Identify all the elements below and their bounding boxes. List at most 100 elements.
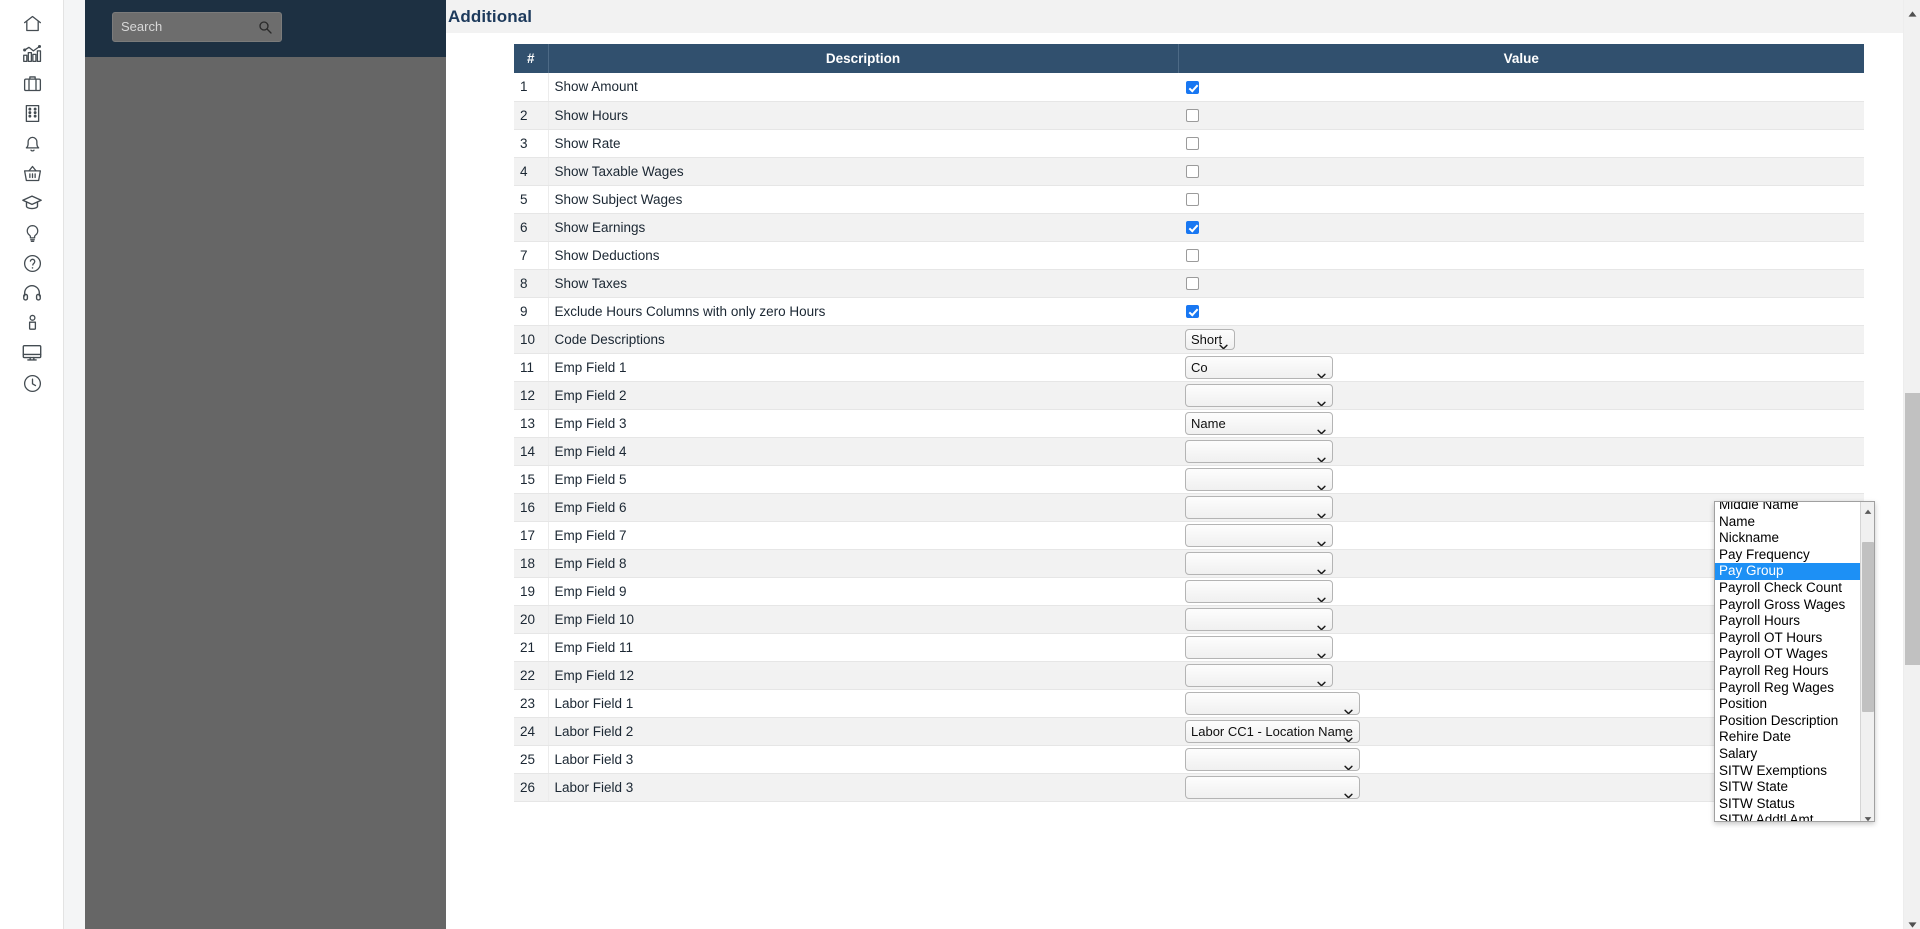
dropdown-option[interactable]: Position [1715, 696, 1861, 713]
row-number: 7 [514, 241, 549, 270]
lightbulb-icon[interactable] [14, 217, 50, 249]
dropdown-option[interactable]: Middle Name [1715, 502, 1861, 514]
chevron-down-icon [1344, 756, 1353, 770]
row-number: 14 [514, 437, 549, 466]
dropdown-option[interactable]: Payroll OT Hours [1715, 630, 1861, 647]
row-number: 1 [514, 73, 549, 102]
row-select[interactable] [1185, 495, 1333, 519]
row-select[interactable] [1185, 663, 1333, 687]
row-checkbox[interactable] [1186, 165, 1199, 179]
row-description: Emp Field 10 [548, 605, 1178, 634]
table-row: 14 Emp Field 4 [514, 437, 1864, 466]
clock-icon[interactable] [14, 367, 50, 399]
dropdown-option[interactable]: SITW Status [1715, 796, 1861, 813]
row-number: 12 [514, 381, 549, 410]
dropdown-option[interactable]: Payroll Check Count [1715, 580, 1861, 597]
row-select[interactable]: Short [1185, 328, 1235, 350]
row-select[interactable] [1185, 747, 1360, 771]
page-scroll-down-arrow-icon[interactable] [1907, 916, 1918, 928]
dropdown-option[interactable]: SITW Addtl Amt [1715, 812, 1861, 821]
row-description: Emp Field 1 [548, 353, 1178, 382]
dropdown-scrollbar[interactable] [1860, 502, 1874, 821]
row-checkbox[interactable] [1186, 193, 1199, 207]
row-number: 10 [514, 325, 549, 354]
table-head: # Description Value [514, 44, 1864, 73]
row-select[interactable] [1185, 467, 1333, 491]
bell-icon[interactable] [14, 127, 50, 159]
row-select[interactable] [1185, 775, 1360, 799]
graduation-cap-icon[interactable] [14, 187, 50, 219]
select-value: Labor CC1 - Location Name [1191, 723, 1353, 739]
row-description: Emp Field 5 [548, 465, 1178, 494]
table-row: 26 Labor Field 3 [514, 773, 1864, 802]
chevron-down-icon [1317, 476, 1326, 490]
open-dropdown-list[interactable]: Middle Name Name Nickname Pay Frequency Pay … [1714, 501, 1875, 822]
table-row: 12 Emp Field 2 [514, 381, 1864, 410]
row-select[interactable]: Co [1185, 355, 1333, 379]
row-value-cell [1178, 241, 1864, 270]
question-circle-icon[interactable] [14, 247, 50, 279]
row-value-cell [1178, 465, 1864, 494]
briefcase-icon[interactable] [14, 67, 50, 99]
dropdown-option[interactable]: Pay Group [1715, 563, 1873, 580]
row-checkbox[interactable] [1186, 137, 1199, 151]
row-select[interactable] [1185, 439, 1333, 463]
dropdown-option[interactable]: Name [1715, 514, 1861, 531]
row-number: 22 [514, 661, 549, 690]
headset-icon[interactable] [14, 277, 50, 309]
row-checkbox[interactable] [1186, 305, 1199, 319]
home-icon[interactable] [14, 7, 50, 39]
dropdown-option[interactable]: Salary [1715, 746, 1861, 763]
page-scroll-up-arrow-icon[interactable] [1907, 5, 1918, 17]
dropdown-option[interactable]: SITW State [1715, 779, 1861, 796]
row-checkbox[interactable] [1186, 221, 1199, 235]
row-select[interactable] [1185, 691, 1360, 715]
row-number: 20 [514, 605, 549, 634]
row-select[interactable] [1185, 607, 1333, 631]
scroll-up-arrow-icon[interactable] [1863, 504, 1873, 514]
dropdown-option[interactable]: Payroll Reg Hours [1715, 663, 1861, 680]
row-select[interactable] [1185, 579, 1333, 603]
row-select[interactable] [1185, 523, 1333, 547]
dropdown-option[interactable]: Position Description [1715, 713, 1861, 730]
row-value-cell: Short [1178, 325, 1864, 354]
row-select[interactable]: Name [1185, 411, 1333, 435]
row-checkbox[interactable] [1186, 109, 1199, 123]
row-value-cell: Name [1178, 409, 1864, 438]
row-select[interactable] [1185, 383, 1333, 407]
dropdown-option[interactable]: Payroll OT Wages [1715, 646, 1861, 663]
row-select[interactable] [1185, 635, 1333, 659]
dropdown-scroll-thumb[interactable] [1862, 542, 1874, 712]
row-description: Show Taxable Wages [548, 157, 1178, 186]
row-number: 18 [514, 549, 549, 578]
row-checkbox[interactable] [1186, 81, 1199, 95]
page-scrollbar[interactable] [1903, 0, 1920, 929]
dropdown-option[interactable]: Payroll Hours [1715, 613, 1861, 630]
dropdown-option[interactable]: Rehire Date [1715, 729, 1861, 746]
basket-icon[interactable] [14, 157, 50, 189]
dropdown-option[interactable]: SITW Exemptions [1715, 763, 1861, 780]
row-checkbox[interactable] [1186, 277, 1199, 291]
table-row: 7 Show Deductions [514, 241, 1864, 270]
chevron-down-icon [1317, 672, 1326, 686]
search-icon[interactable] [257, 19, 273, 35]
scroll-down-arrow-icon[interactable] [1863, 811, 1873, 821]
page-scrollbar-thumb[interactable] [1905, 393, 1920, 665]
chevron-down-icon [1344, 728, 1353, 742]
row-select[interactable]: Labor CC1 - Location Name [1185, 719, 1360, 743]
analytics-icon[interactable] [14, 37, 50, 69]
search-input[interactable]: Search [112, 12, 282, 42]
row-select[interactable] [1185, 551, 1333, 575]
dropdown-option[interactable]: Payroll Reg Wages [1715, 680, 1861, 697]
dropdown-option[interactable]: Payroll Gross Wages [1715, 597, 1861, 614]
dropdown-option[interactable]: Pay Frequency [1715, 547, 1861, 564]
row-number: 16 [514, 493, 549, 522]
row-number: 15 [514, 465, 549, 494]
person-icon[interactable] [14, 307, 50, 339]
table-row: 18 Emp Field 8 [514, 549, 1864, 578]
dropdown-option[interactable]: Nickname [1715, 530, 1861, 547]
monitor-icon[interactable] [14, 337, 50, 369]
gutter-header-strip [1892, 0, 1903, 33]
company-building-icon[interactable] [14, 97, 50, 129]
row-checkbox[interactable] [1186, 249, 1199, 263]
